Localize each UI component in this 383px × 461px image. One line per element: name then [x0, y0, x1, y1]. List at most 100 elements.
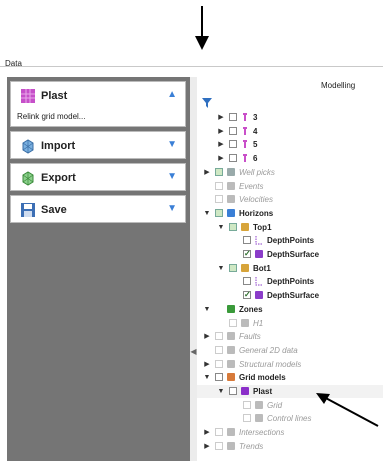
save-button[interactable]: Save ▼: [10, 195, 186, 223]
collapse-toggle-icon[interactable]: ▼: [203, 207, 211, 220]
zone-icon: [240, 318, 250, 328]
visibility-checkbox[interactable]: [215, 428, 223, 437]
well-icon: [240, 139, 250, 149]
plast-card[interactable]: Plast ▲ Relink grid model...: [10, 81, 186, 127]
visibility-checkbox[interactable]: [215, 359, 223, 368]
tree-item-label: Grid: [267, 400, 283, 410]
tree-item-label: Well picks: [239, 167, 275, 177]
tree-item-label: 6: [253, 154, 258, 164]
points-icon: [254, 235, 264, 245]
expand-toggle-icon[interactable]: ▶: [217, 111, 225, 124]
visibility-checkbox[interactable]: [229, 126, 237, 135]
filter-icon[interactable]: [202, 98, 212, 108]
tree-top1-depthpoints[interactable]: DepthPoints: [197, 234, 383, 247]
visibility-checkbox[interactable]: [215, 373, 223, 382]
tree-well-4[interactable]: ▶ 4: [197, 125, 383, 138]
tree-item-label: Top1: [253, 222, 272, 232]
tree-item-label: Events: [239, 181, 264, 191]
zones-icon: [226, 304, 236, 314]
visibility-checkbox[interactable]: [243, 400, 251, 409]
visibility-checkbox[interactable]: [215, 195, 223, 204]
expand-toggle-icon[interactable]: ▶: [217, 138, 225, 151]
tree-horizons[interactable]: ▼ Horizons: [197, 207, 383, 220]
tree-bot1-depthpoints[interactable]: DepthPoints: [197, 275, 383, 288]
tree-well-6[interactable]: ▶ 6: [197, 152, 383, 165]
visibility-checkbox[interactable]: [229, 154, 237, 163]
tree-item-label: DepthSurface: [267, 291, 320, 301]
export-button[interactable]: Export ▼: [10, 163, 186, 191]
tree-item-label: General 2D data: [239, 345, 298, 355]
visibility-checkbox[interactable]: [243, 277, 251, 286]
expand-toggle-icon[interactable]: ▶: [203, 358, 211, 371]
horizon-folder-icon: [240, 222, 250, 232]
tree-faults[interactable]: ▶ Faults: [197, 330, 383, 343]
grid-cube-icon: [21, 89, 35, 103]
tree-top1-depthsurface[interactable]: DepthSurface: [197, 247, 383, 261]
visibility-checkbox[interactable]: [215, 332, 223, 341]
collapse-toggle-icon[interactable]: ▼: [217, 221, 225, 234]
relink-grid-model-link[interactable]: Relink grid model...: [17, 112, 85, 121]
collapse-toggle-icon[interactable]: ▼: [203, 303, 211, 316]
visibility-checkbox[interactable]: [215, 345, 223, 354]
visibility-checkbox[interactable]: [229, 263, 237, 272]
collapse-toggle-icon[interactable]: ▼: [217, 262, 225, 275]
well-icon: [240, 153, 250, 163]
tree-bot1[interactable]: ▼ Bot1: [197, 262, 383, 275]
expand-toggle-icon[interactable]: ▶: [217, 152, 225, 165]
tree-well-picks[interactable]: ▶ Well picks: [197, 166, 383, 179]
tree-bot1-depthsurface[interactable]: DepthSurface: [197, 288, 383, 302]
expand-icon[interactable]: ▼: [167, 203, 177, 214]
tree-general-2d-data[interactable]: General 2D data: [197, 344, 383, 357]
surface-icon: [254, 249, 264, 259]
tree-top1[interactable]: ▼ Top1: [197, 221, 383, 234]
visibility-checkbox[interactable]: [243, 414, 251, 423]
expand-toggle-icon[interactable]: ▶: [217, 125, 225, 138]
visibility-checkbox[interactable]: [229, 318, 237, 327]
grid-icon: [254, 400, 264, 410]
actions-pane: Plast ▲ Relink grid model... Import ▼ Ex…: [7, 77, 190, 461]
tree-velocities[interactable]: Velocities: [197, 193, 383, 206]
tree-well-3[interactable]: ▶ 3: [197, 111, 383, 124]
export-label: Export: [41, 172, 76, 184]
visibility-checkbox[interactable]: [243, 247, 251, 260]
structural-icon: [226, 359, 236, 369]
annotation-arrow-diagonal-icon: [316, 393, 379, 427]
tree-trends[interactable]: ▶ Trends: [197, 440, 383, 453]
tree-h1[interactable]: H1: [197, 317, 383, 330]
annotation-arrow-down-icon: [195, 6, 209, 50]
tree-events[interactable]: Events: [197, 180, 383, 193]
expand-toggle-icon[interactable]: ▶: [203, 440, 211, 453]
collapse-icon[interactable]: ▲: [167, 89, 177, 100]
faults-icon: [226, 331, 236, 341]
visibility-checkbox[interactable]: [229, 222, 237, 231]
visibility-checkbox[interactable]: [243, 288, 251, 301]
expand-toggle-icon[interactable]: ▶: [203, 330, 211, 343]
visibility-checkbox[interactable]: [215, 181, 223, 190]
visibility-checkbox[interactable]: [229, 113, 237, 121]
tree-well-5[interactable]: ▶ 5: [197, 138, 383, 151]
collapse-pane-icon[interactable]: ◀: [190, 347, 197, 356]
expand-toggle-icon[interactable]: ▶: [203, 166, 211, 179]
import-button[interactable]: Import ▼: [10, 131, 186, 159]
tree-item-label: Horizons: [239, 208, 274, 218]
visibility-checkbox[interactable]: [229, 387, 237, 395]
expand-icon[interactable]: ▼: [167, 171, 177, 182]
tree-item-label: 3: [253, 113, 258, 122]
visibility-checkbox[interactable]: [215, 167, 223, 176]
pane-splitter[interactable]: [190, 77, 197, 461]
visibility-checkbox[interactable]: [243, 236, 251, 245]
well-icon: [240, 126, 250, 136]
tree-structural-models[interactable]: ▶ Structural models: [197, 358, 383, 371]
tree-grid-models[interactable]: ▼ Grid models: [197, 371, 383, 384]
tree-zones[interactable]: ▼ Zones: [197, 303, 383, 316]
horizons-icon: [226, 208, 236, 218]
expand-toggle-icon[interactable]: ▶: [203, 426, 211, 439]
expand-icon[interactable]: ▼: [167, 139, 177, 150]
visibility-checkbox[interactable]: [229, 140, 237, 149]
collapse-toggle-icon[interactable]: ▼: [203, 371, 211, 384]
tree-item-label: DepthPoints: [267, 236, 315, 246]
visibility-checkbox[interactable]: [215, 441, 223, 450]
collapse-toggle-icon[interactable]: ▼: [217, 385, 225, 398]
trends-icon: [226, 441, 236, 451]
visibility-checkbox[interactable]: [215, 208, 223, 217]
